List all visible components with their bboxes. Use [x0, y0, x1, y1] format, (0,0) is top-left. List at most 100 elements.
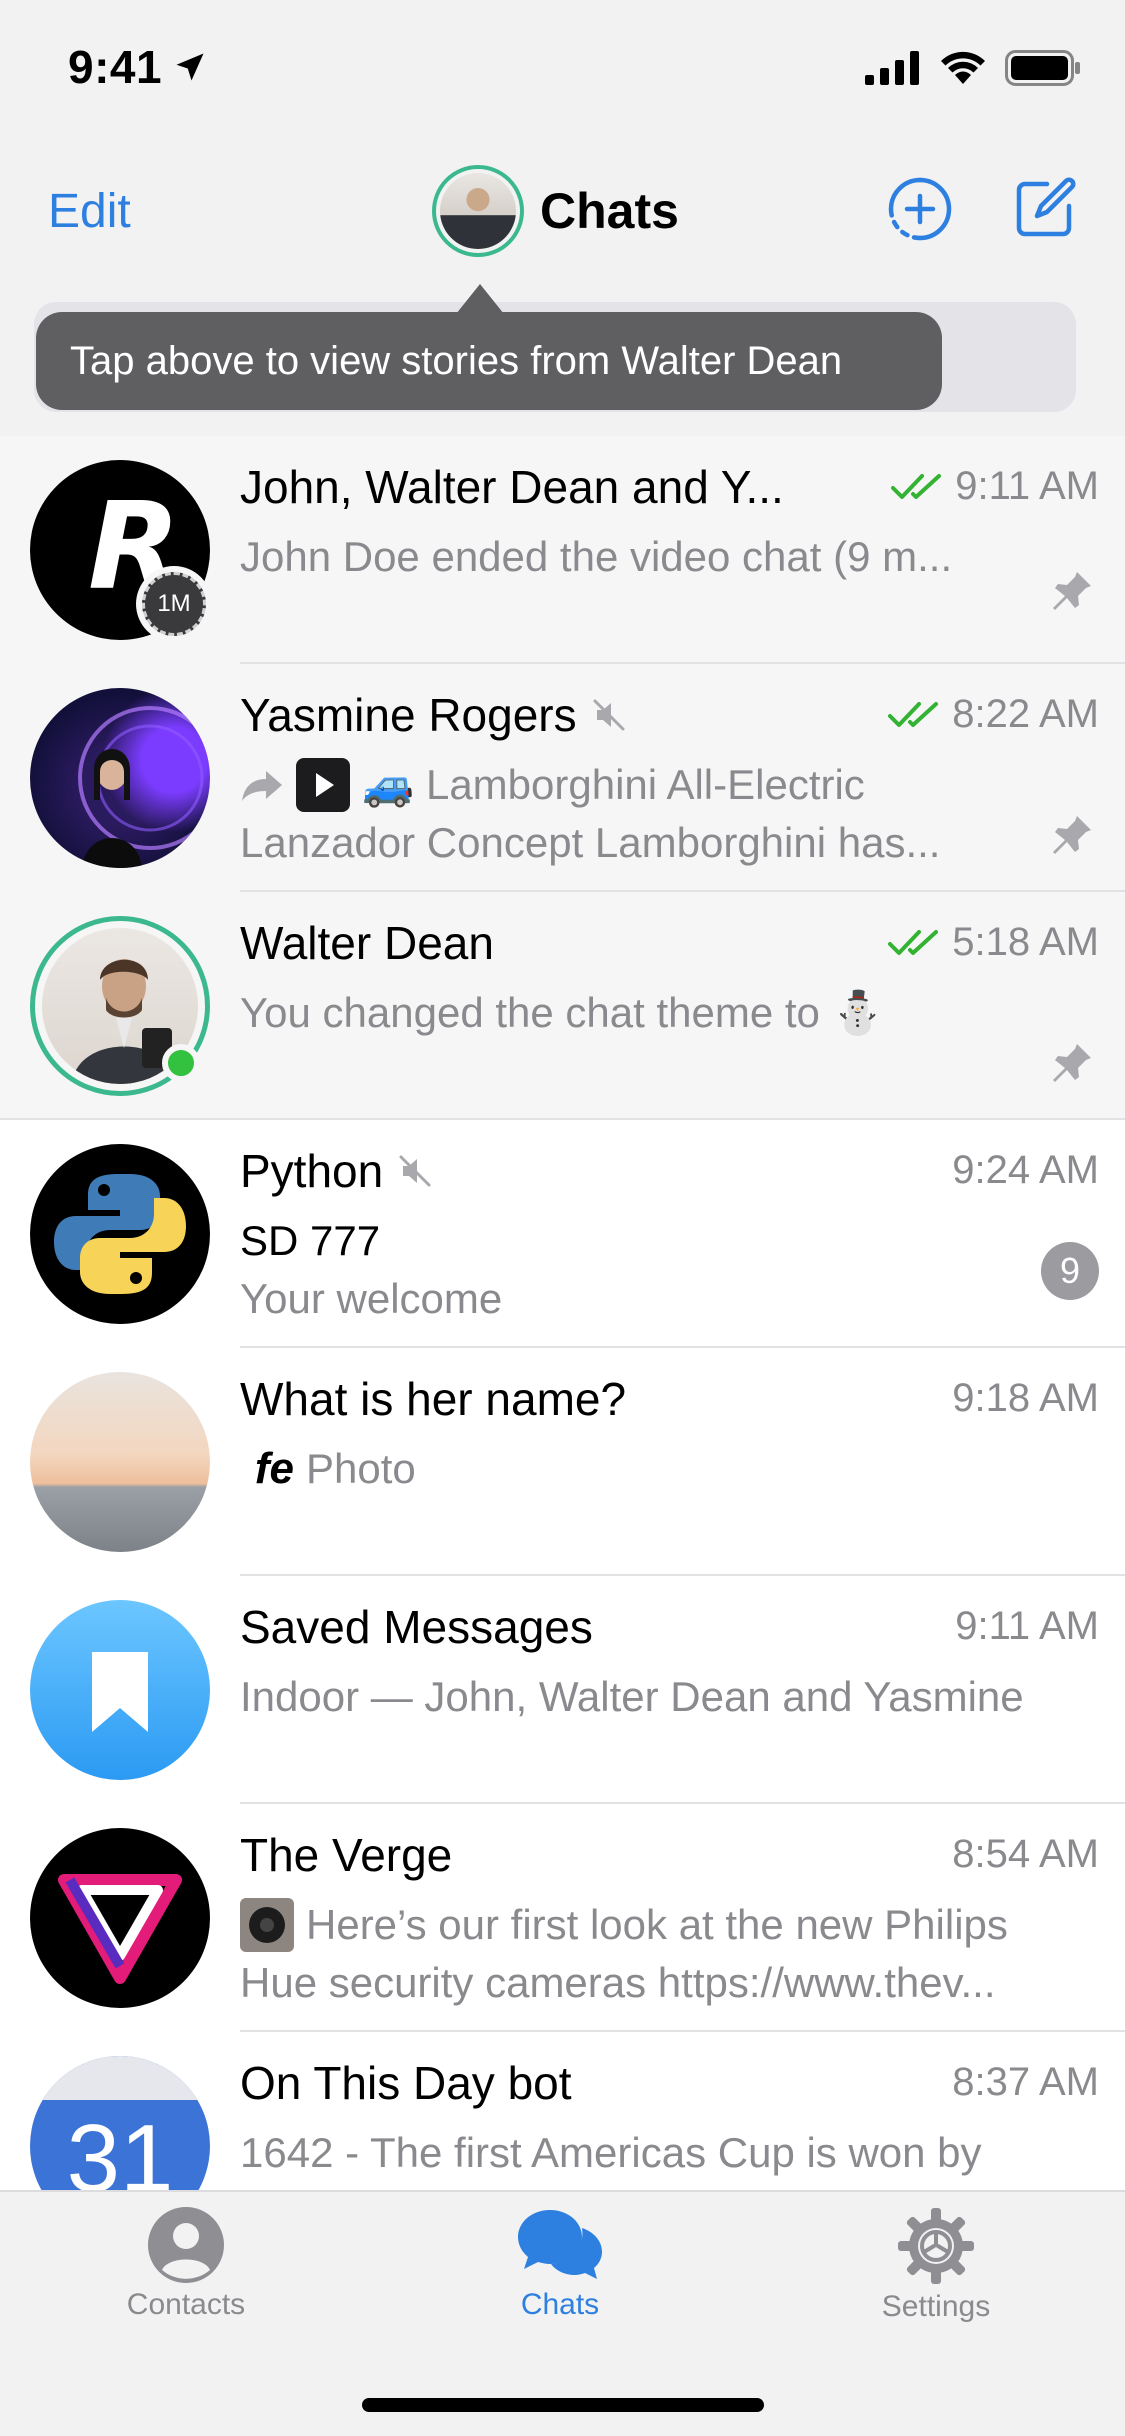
- chat-row-saved-messages[interactable]: Saved Messages 9:11 AM Indoor — John, Wa…: [0, 1576, 1125, 1804]
- camera-thumbnail-icon: [240, 1898, 294, 1952]
- chat-name-text: The Verge: [240, 1829, 453, 1881]
- chat-name: On This Day bot: [240, 2056, 572, 2110]
- python-logo-icon: [54, 1174, 186, 1294]
- chat-name: John, Walter Dean and Y...: [240, 460, 784, 514]
- preview-line: Indoor — John, Walter Dean and Yasmine: [240, 1668, 1060, 1726]
- nav-title-group[interactable]: Chats: [432, 165, 679, 257]
- preview-line: Hue security cameras https://www.thev...: [240, 1954, 1060, 2012]
- forward-icon: [242, 771, 282, 801]
- chat-time-text: 8:22 AM: [952, 692, 1099, 736]
- chat-row-yasmine-rogers[interactable]: Yasmine Rogers 8:22 AM 🚙 Lamborghini All…: [0, 664, 1125, 892]
- preview-text: Here’s our first look at the new Philips: [306, 1901, 1008, 1948]
- chat-bubbles-icon: [518, 2210, 602, 2279]
- chat-list: R 1M John, Walter Dean and Y... 9:11 AM …: [0, 436, 1125, 2260]
- new-story-icon[interactable]: [887, 176, 953, 242]
- preview-line: You changed the chat theme to ⛄: [240, 984, 1060, 1042]
- wifi-icon: [941, 51, 985, 84]
- tooltip-text: Tap above to view stories from Walter De…: [70, 338, 843, 383]
- chat-time: 8:54 AM: [952, 1832, 1099, 1877]
- preview-line: Your welcome: [240, 1270, 1060, 1328]
- preview-line: Lanzador Concept Lamborghini has...: [240, 814, 1060, 872]
- chat-row-the-verge[interactable]: The Verge 8:54 AM Here’s our first look …: [0, 1804, 1125, 2032]
- tab-label: Settings: [881, 2290, 991, 2323]
- bookmark-icon: [92, 1652, 148, 1732]
- preview-text: You changed the chat theme to ⛄: [240, 989, 884, 1036]
- chat-name-text: Saved Messages: [240, 1601, 593, 1653]
- chat-row-what-is-her-name[interactable]: What is her name? 9:18 AM fe Photo: [0, 1348, 1125, 1576]
- tab-settings[interactable]: Settings: [816, 2206, 1056, 2324]
- chat-time-text: 8:54 AM: [952, 1832, 1099, 1876]
- preview-line: Here’s our first look at the new Philips: [240, 1896, 1060, 1954]
- preview-text: Indoor — John, Walter Dean and Yasmine: [240, 1673, 1024, 1720]
- chat-time: 9:11 AM: [891, 464, 1099, 509]
- avatar: [30, 688, 210, 868]
- calendar-header: [30, 2056, 210, 2100]
- preview-text: Hue security cameras https://www.thev...: [240, 1959, 996, 2006]
- chat-row-walter-dean[interactable]: Walter Dean 5:18 AM You changed the chat…: [0, 892, 1125, 1120]
- home-indicator: [362, 2398, 764, 2412]
- muted-icon: [399, 1155, 431, 1187]
- nav-actions: [887, 176, 1077, 242]
- sender-name: SD 777: [240, 1217, 381, 1264]
- preview-text: 1642 - The first Americas Cup is won by: [240, 2129, 982, 2176]
- edit-button[interactable]: Edit: [48, 184, 131, 239]
- avatar: [30, 1828, 210, 2008]
- tab-contacts[interactable]: Contacts: [66, 2206, 306, 2322]
- verge-logo-icon: [58, 1874, 182, 1984]
- chat-time-text: 9:11 AM: [955, 1604, 1099, 1648]
- person-circle-icon: [148, 2207, 224, 2283]
- preview-text: John Doe ended the video chat (9 m...: [240, 533, 953, 580]
- preview-text: Lanzador Concept Lamborghini has...: [240, 819, 941, 866]
- cellular-signal-icon: [865, 51, 919, 85]
- chat-name: The Verge: [240, 1828, 452, 1882]
- chat-time: 9:11 AM: [955, 1604, 1099, 1649]
- avatar: [30, 1372, 210, 1552]
- chat-time-text: 9:18 AM: [952, 1376, 1099, 1420]
- battery-icon: [1005, 50, 1080, 86]
- chat-time-text: 8:37 AM: [952, 2060, 1099, 2104]
- chat-preview: Indoor — John, Walter Dean and Yasmine: [240, 1668, 1060, 1726]
- avatar: [440, 173, 516, 249]
- double-check-icon: [888, 929, 939, 955]
- tab-label: Chats: [520, 2288, 600, 2321]
- compose-icon[interactable]: [1011, 176, 1077, 242]
- chat-name-text: Python: [240, 1145, 384, 1197]
- chat-time: 8:22 AM: [888, 692, 1099, 737]
- story-avatar[interactable]: [432, 165, 524, 257]
- preview-line: John Doe ended the video chat (9 m...: [240, 528, 1060, 586]
- chat-preview: Here’s our first look at the new Philips…: [240, 1896, 1060, 2012]
- unread-badge: 9: [1041, 1242, 1099, 1300]
- avatar: [30, 1600, 210, 1780]
- tab-chats[interactable]: Chats: [440, 2206, 680, 2322]
- chat-row-python[interactable]: Python 9:24 AM SD 777 Your welcome 9: [0, 1120, 1125, 1348]
- chat-preview: 1642 - The first Americas Cup is won by: [240, 2124, 1060, 2182]
- pin-icon: [1053, 816, 1091, 854]
- chat-name-text: John, Walter Dean and Y...: [240, 461, 784, 513]
- tab-label: Contacts: [126, 2288, 246, 2321]
- pin-icon: [1053, 572, 1091, 610]
- stories-tooltip[interactable]: Tap above to view stories from Walter De…: [36, 312, 942, 410]
- chat-name: Saved Messages: [240, 1600, 593, 1654]
- preview-line: 1642 - The first Americas Cup is won by: [240, 2124, 1060, 2182]
- portrait-figure-icon: [78, 706, 210, 868]
- photo-thumbnail: fe: [240, 1442, 294, 1496]
- chat-name-text: Walter Dean: [240, 917, 494, 969]
- chat-time-text: 5:18 AM: [952, 920, 1099, 964]
- chat-preview: 🚙 Lamborghini All-Electric Lanzador Conc…: [240, 756, 1060, 872]
- chat-preview: You changed the chat theme to ⛄: [240, 984, 1060, 1042]
- story-timer-label: 1M: [142, 572, 206, 636]
- chat-row-john-walter-yasmine[interactable]: R 1M John, Walter Dean and Y... 9:11 AM …: [0, 436, 1125, 664]
- chat-name: Python: [240, 1144, 433, 1198]
- chat-name-text: Yasmine Rogers: [240, 689, 577, 741]
- chat-time: 9:18 AM: [952, 1376, 1099, 1421]
- double-check-icon: [888, 701, 939, 727]
- story-timer-badge: 1M: [136, 566, 212, 642]
- chat-preview: fe Photo: [240, 1440, 1060, 1498]
- online-indicator: [162, 1044, 200, 1082]
- status-icons: [865, 50, 1081, 86]
- chat-time: 8:37 AM: [952, 2060, 1099, 2105]
- preview-line: fe Photo: [240, 1440, 1060, 1498]
- chat-time: 9:24 AM: [952, 1148, 1099, 1193]
- chat-name: Walter Dean: [240, 916, 494, 970]
- preview-line: 🚙 Lamborghini All-Electric: [240, 756, 1060, 814]
